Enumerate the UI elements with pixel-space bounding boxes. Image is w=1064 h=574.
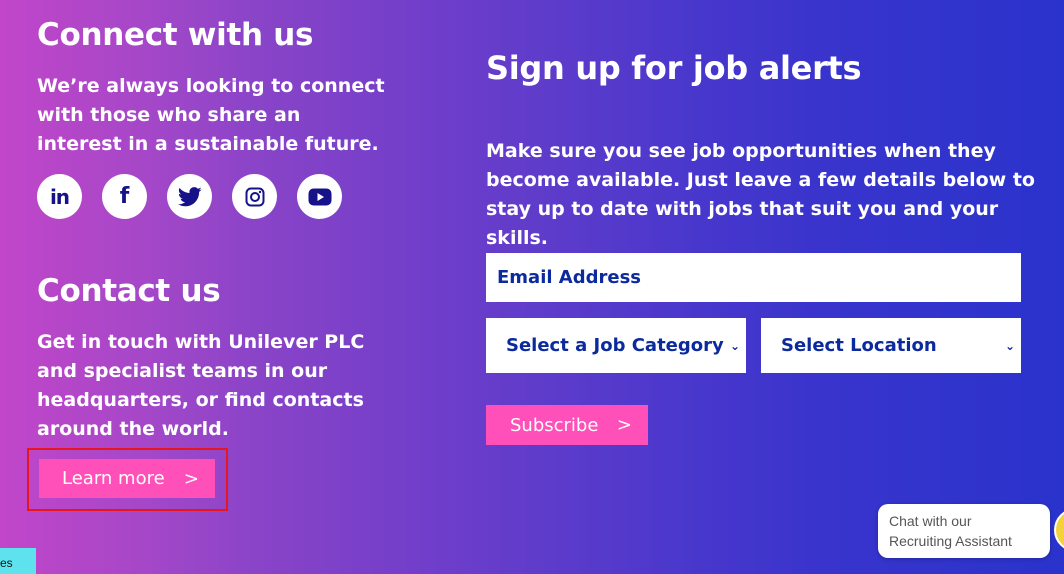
contact-text-line: around the world. [37,418,229,440]
learn-more-button[interactable]: Learn more > [39,459,215,498]
linkedin-glyph: in [49,184,70,209]
chevron-down-icon: ⌄ [1004,338,1015,353]
twitter-icon[interactable] [167,174,212,219]
connect-text-line: We’re always looking to connect [37,75,385,97]
location-value: Select Location [781,335,937,356]
chevron-down-icon: ⌄ [729,338,740,353]
chat-line: Recruiting Assistant [889,533,1012,549]
job-alerts-text-line: Make sure you see job opportunities when… [486,140,996,162]
contact-text-line: headquarters, or find contacts [37,389,364,411]
job-alerts-title: Sign up for job alerts [486,49,862,87]
job-category-value: Select a Job Category [506,335,724,356]
chat-line: Chat with our [889,513,972,529]
job-alerts-text: Make sure you see job opportunities when… [486,137,1064,253]
email-placeholder: Email Address [497,267,642,288]
instagram-camera-shape [245,187,264,206]
cookie-tab-label: es [0,556,13,570]
email-field[interactable]: Email Address [486,253,1021,302]
instagram-icon[interactable] [232,174,277,219]
connect-title: Connect with us [37,17,314,53]
subscribe-label: Subscribe [510,414,599,436]
connect-text-line: with those who share an [37,104,301,126]
contact-text-line: Get in touch with Unilever PLC [37,331,365,353]
contact-title: Contact us [37,273,221,309]
location-select[interactable]: Select Location ⌄ [761,318,1021,373]
contact-text: Get in touch with Unilever PLC and speci… [37,328,364,444]
facebook-icon[interactable]: f [102,174,147,219]
chevron-right-icon: > [183,468,199,489]
linkedin-icon[interactable]: in [37,174,82,219]
subscribe-button[interactable]: Subscribe > [486,405,648,445]
chat-assistant-bubble[interactable]: Chat with our Recruiting Assistant [878,504,1050,558]
job-alerts-text-line: stay up to date with jobs that suit you … [486,198,999,249]
youtube-play-shape [308,188,331,205]
contact-text-line: and specialist teams in our [37,360,328,382]
job-alerts-text-line: become available. Just leave a few detai… [486,169,1035,191]
learn-more-label: Learn more [62,468,165,489]
youtube-icon[interactable] [297,174,342,219]
cookie-preferences-tab[interactable]: es [0,548,36,574]
chat-avatar-icon[interactable] [1054,508,1064,552]
connect-text: We’re always looking to connect with tho… [37,72,385,159]
job-category-select[interactable]: Select a Job Category ⌄ [486,318,746,373]
facebook-glyph: f [119,184,130,209]
twitter-bird-shape [177,186,202,206]
connect-text-line: interest in a sustainable future. [37,133,379,155]
learn-more-highlight: Learn more > [27,448,228,511]
social-links: in f [37,174,342,219]
chevron-right-icon: > [616,414,632,436]
